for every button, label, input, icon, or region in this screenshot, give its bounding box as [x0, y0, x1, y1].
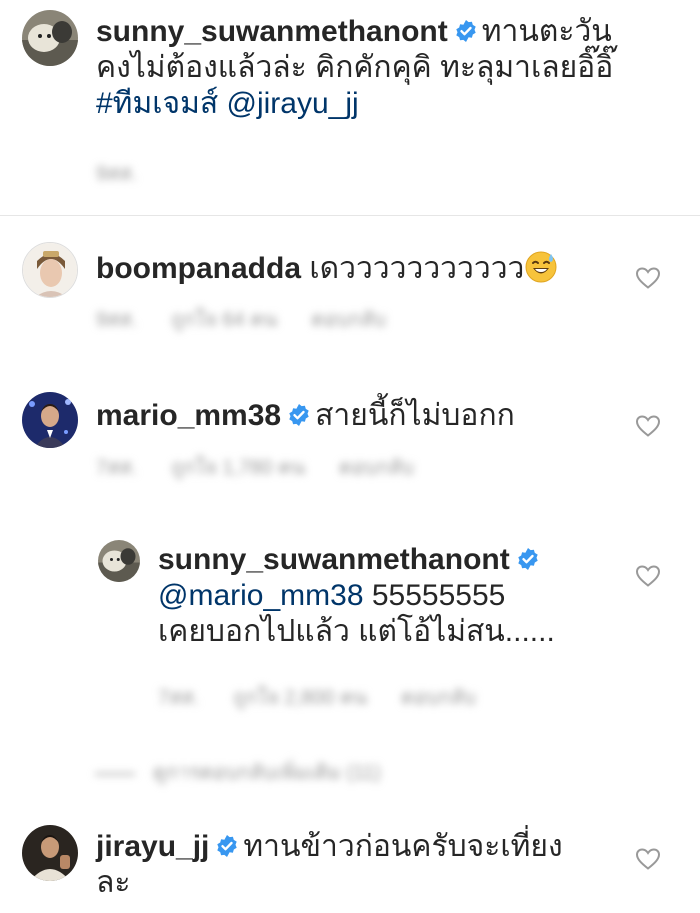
verified-badge-icon	[456, 20, 476, 42]
heart-outline-icon[interactable]	[635, 847, 661, 871]
comment-body: เดววววววววววว	[309, 252, 525, 285]
comment-time: 7สส.	[96, 457, 138, 479]
verified-badge-icon	[217, 835, 238, 857]
comment-body: สายนี้ก็ไม่บอกก	[315, 399, 515, 432]
comment-item: jirayu_jj ทานข้าวก่อนครับจะเที่ยง ละ	[0, 815, 700, 913]
reply-body-line2: เคยบอกไปแล้ว แต่โอ้ไม่สน......	[158, 615, 555, 648]
reply-time: 7สส.	[158, 687, 200, 709]
comment-body-line1: ทานข้าวก่อนครับจะเที่ยง	[243, 830, 563, 863]
heart-outline-icon[interactable]	[635, 266, 661, 290]
comment-text: mario_mm38 สายนี้ก็ไม่บอกก	[96, 398, 616, 434]
view-replies-label: ดูการตอบกลับเพิ่มเติม (11)	[153, 762, 381, 784]
caption-text: sunny_suwanmethanont ทานตะวัน คงไม่ต้องแล…	[96, 14, 676, 122]
caption-time: 9สส.	[96, 163, 138, 185]
comment-likes[interactable]: ถูกใจ 1,780 คน	[171, 457, 305, 479]
comment-item: mario_mm38 สายนี้ก็ไม่บอกก 7สส. ถูกใจ 1,78…	[0, 380, 700, 500]
comment-text: boompanadda เดววววววววววว	[96, 250, 616, 287]
comment-time: 9สส.	[96, 309, 138, 331]
divider	[0, 215, 700, 216]
reply-link[interactable]: ตอบกลับ	[339, 457, 414, 479]
reply-meta: 7สส. ถูกใจ 2,800 คน ตอบกลับ	[158, 686, 510, 710]
heart-outline-icon[interactable]	[635, 414, 661, 438]
sweat-smile-emoji	[525, 251, 557, 283]
caption-text-line1: ทานตะวัน	[481, 15, 612, 48]
comment-username[interactable]: boompanadda	[96, 252, 301, 285]
comment-item: boompanadda เดววววววววววว 9สส. ถูกใจ 64 ค…	[0, 230, 700, 370]
comment-text: jirayu_jj ทานข้าวก่อนครับจะเที่ยง ละ	[96, 829, 616, 901]
caption-username[interactable]: sunny_suwanmethanont	[96, 15, 448, 48]
comment-meta: 9สส. ถูกใจ 64 คน ตอบกลับ	[96, 308, 420, 332]
comment-meta: 7สส. ถูกใจ 1,780 คน ตอบกลับ	[96, 456, 448, 480]
reply-link[interactable]: ตอบกลับ	[311, 309, 386, 331]
avatar-image	[22, 392, 78, 448]
avatar-image	[22, 825, 78, 881]
comment-username[interactable]: jirayu_jj	[96, 830, 209, 863]
post-caption: sunny_suwanmethanont ทานตะวัน คงไม่ต้องแล…	[0, 0, 700, 215]
caption-meta: 9สส.	[96, 162, 171, 186]
caption-hashtag[interactable]: #ทีมเจมส์	[96, 87, 218, 120]
caption-mention[interactable]: @jirayu_jj	[227, 87, 359, 120]
reply-link[interactable]: ตอบกลับ	[401, 687, 476, 709]
comment-username[interactable]: mario_mm38	[96, 399, 281, 432]
comment-likes[interactable]: ถูกใจ 64 คน	[171, 309, 277, 331]
avatar[interactable]	[22, 392, 78, 448]
reply-username[interactable]: sunny_suwanmethanont	[158, 543, 510, 576]
avatar[interactable]	[98, 540, 140, 582]
verified-badge-icon	[518, 548, 538, 570]
reply-text: sunny_suwanmethanont @mario_mm38 5555555…	[158, 542, 628, 650]
avatar-image	[98, 540, 140, 582]
caption-text-line2: คงไม่ต้องแล้วล่ะ คิกคักคุคิ ทะลุมาเลยอิ๊…	[96, 51, 614, 84]
reply-body-line1: 55555555	[363, 579, 506, 612]
avatar-image	[22, 10, 78, 66]
avatar[interactable]	[22, 242, 78, 298]
view-more-replies-button[interactable]: ดูการตอบกลับเพิ่มเติม (11)	[95, 756, 381, 784]
avatar[interactable]	[22, 10, 78, 66]
divider	[95, 772, 135, 775]
avatar-image	[23, 243, 77, 297]
comment-body-line2: ละ	[96, 866, 131, 899]
avatar[interactable]	[22, 825, 78, 881]
reply-likes[interactable]: ถูกใจ 2,800 คน	[233, 687, 367, 709]
reply-mention[interactable]: @mario_mm38	[158, 579, 364, 612]
verified-badge-icon	[289, 404, 309, 426]
heart-outline-icon[interactable]	[635, 564, 661, 588]
